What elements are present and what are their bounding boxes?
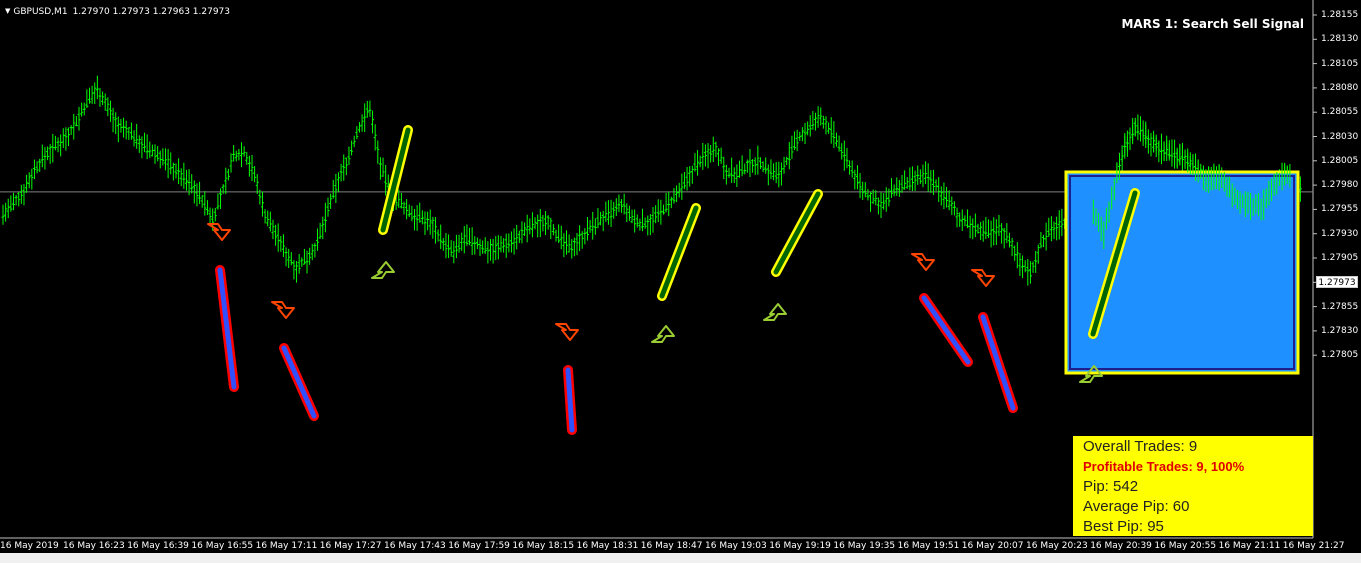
- chart-window[interactable]: ▼ GBPUSD,M1 1.27970 1.27973 1.27963 1.2797…: [0, 0, 1361, 563]
- overall-trades: Overall Trades: 9: [1083, 438, 1198, 455]
- buy-arrow-icon: [651, 325, 675, 343]
- time-tick-label: 16 May 18:15: [512, 541, 575, 551]
- price-tick-label: 1.28055: [1321, 107, 1359, 118]
- buy-arrow-icon: [371, 261, 395, 279]
- time-tick-label: 16 May 21:11: [1218, 541, 1281, 551]
- trade-line-core: [980, 314, 1016, 411]
- time-tick-label: 16 May 19:51: [897, 541, 960, 551]
- buy-signal-arrow: [651, 325, 675, 343]
- trade-line-core: [921, 295, 971, 365]
- price-tick-label: 1.28105: [1321, 58, 1359, 69]
- sell-trade-line: [978, 312, 1018, 413]
- time-tick-label: 16 May 20:39: [1090, 541, 1152, 551]
- buy-arrow-icon: [763, 303, 787, 321]
- price-tick-label: 1.28080: [1321, 82, 1359, 93]
- sell-signal-arrow: [555, 323, 579, 341]
- price-tick-label: 1.27930: [1321, 228, 1359, 239]
- buy-trade-line: [657, 203, 701, 301]
- price-tick-label: 1.28030: [1321, 131, 1359, 142]
- chart-tabs-bar[interactable]: [0, 553, 1361, 563]
- best-pip: Best Pip: 95: [1083, 518, 1164, 535]
- sell-arrow-icon: [555, 323, 579, 341]
- ohlc-values: 1.27970 1.27973 1.27963 1.27973: [72, 7, 231, 17]
- profitable-trades: Profitable Trades: 9, 100%: [1083, 459, 1245, 474]
- price-tick-label: 1.27955: [1321, 204, 1359, 215]
- average-pip: Average Pip: 60: [1083, 498, 1190, 515]
- buy-trade-line: [378, 125, 413, 235]
- buy-signal-arrow: [371, 261, 395, 279]
- time-tick-label: 16 May 16:55: [191, 541, 254, 551]
- buy-signal-arrow: [763, 303, 787, 321]
- time-tick-label: 16 May 21:27: [1282, 541, 1345, 551]
- price-tick-label: 1.27905: [1321, 253, 1359, 263]
- sell-signal-arrow: [971, 269, 995, 287]
- sell-trade-line: [279, 343, 319, 421]
- trade-line-core: [773, 191, 821, 275]
- sell-arrow-icon: [207, 223, 231, 241]
- price-tick-label: 1.27855: [1321, 301, 1359, 312]
- sell-arrow-icon: [971, 269, 995, 287]
- sell-trade-line: [919, 293, 973, 367]
- price-tick-label: 1.28155: [1321, 10, 1359, 20]
- time-tick-label: 16 May 2019: [0, 541, 59, 551]
- sell-signal-arrow: [271, 301, 295, 319]
- price-tick-label: 1.27980: [1321, 180, 1359, 191]
- time-tick-label: 16 May 17:27: [319, 541, 382, 551]
- time-tick-label: 16 May 20:23: [1026, 541, 1088, 551]
- symbol-header: ▼ GBPUSD,M1 1.27970 1.27973 1.27963 1.2797…: [5, 7, 230, 17]
- time-tick-label: 16 May 18:31: [576, 541, 639, 551]
- trade-line-core: [659, 205, 699, 299]
- trade-line-core: [380, 127, 411, 233]
- time-tick-label: 16 May 17:59: [448, 541, 510, 551]
- trade-line-core: [281, 345, 317, 419]
- time-tick-label: 16 May 16:23: [63, 541, 125, 551]
- sell-arrow-icon: [911, 253, 935, 271]
- time-tick-label: 16 May 19:19: [769, 541, 831, 551]
- dropdown-triangle-icon[interactable]: ▼: [5, 7, 10, 15]
- sell-trade-line: [215, 265, 239, 392]
- sell-trade-line: [563, 365, 577, 435]
- current-price-marker: 1.27973: [1316, 276, 1358, 288]
- time-tick-label: 16 May 17:43: [384, 541, 446, 551]
- time-tick-label: 16 May 19:03: [705, 541, 767, 551]
- symbol-label: GBPUSD,M1: [13, 7, 68, 17]
- time-tick-label: 16 May 17:11: [255, 541, 318, 551]
- sell-signal-arrow: [207, 223, 231, 241]
- price-tick-label: 1.27830: [1321, 325, 1359, 336]
- signal-title: MARS 1: Search Sell Signal: [1121, 17, 1304, 31]
- price-tick-label: 1.28130: [1321, 34, 1359, 45]
- price-tick-label: 1.28005: [1321, 155, 1359, 166]
- sell-arrow-icon: [271, 301, 295, 319]
- sell-signal-arrow: [911, 253, 935, 271]
- buy-trade-line: [771, 189, 823, 277]
- time-tick-label: 16 May 16:39: [127, 541, 189, 551]
- stats-panel: Overall Trades: 9 Profitable Trades: 9, …: [1073, 436, 1313, 536]
- time-tick-label: 16 May 19:35: [833, 541, 896, 551]
- time-tick-label: 16 May 20:07: [961, 541, 1024, 551]
- price-tick-label: 1.27805: [1321, 350, 1359, 361]
- time-tick-label: 16 May 20:55: [1154, 541, 1217, 551]
- pip-total: Pip: 542: [1083, 478, 1139, 495]
- time-tick-label: 16 May 18:47: [640, 541, 703, 551]
